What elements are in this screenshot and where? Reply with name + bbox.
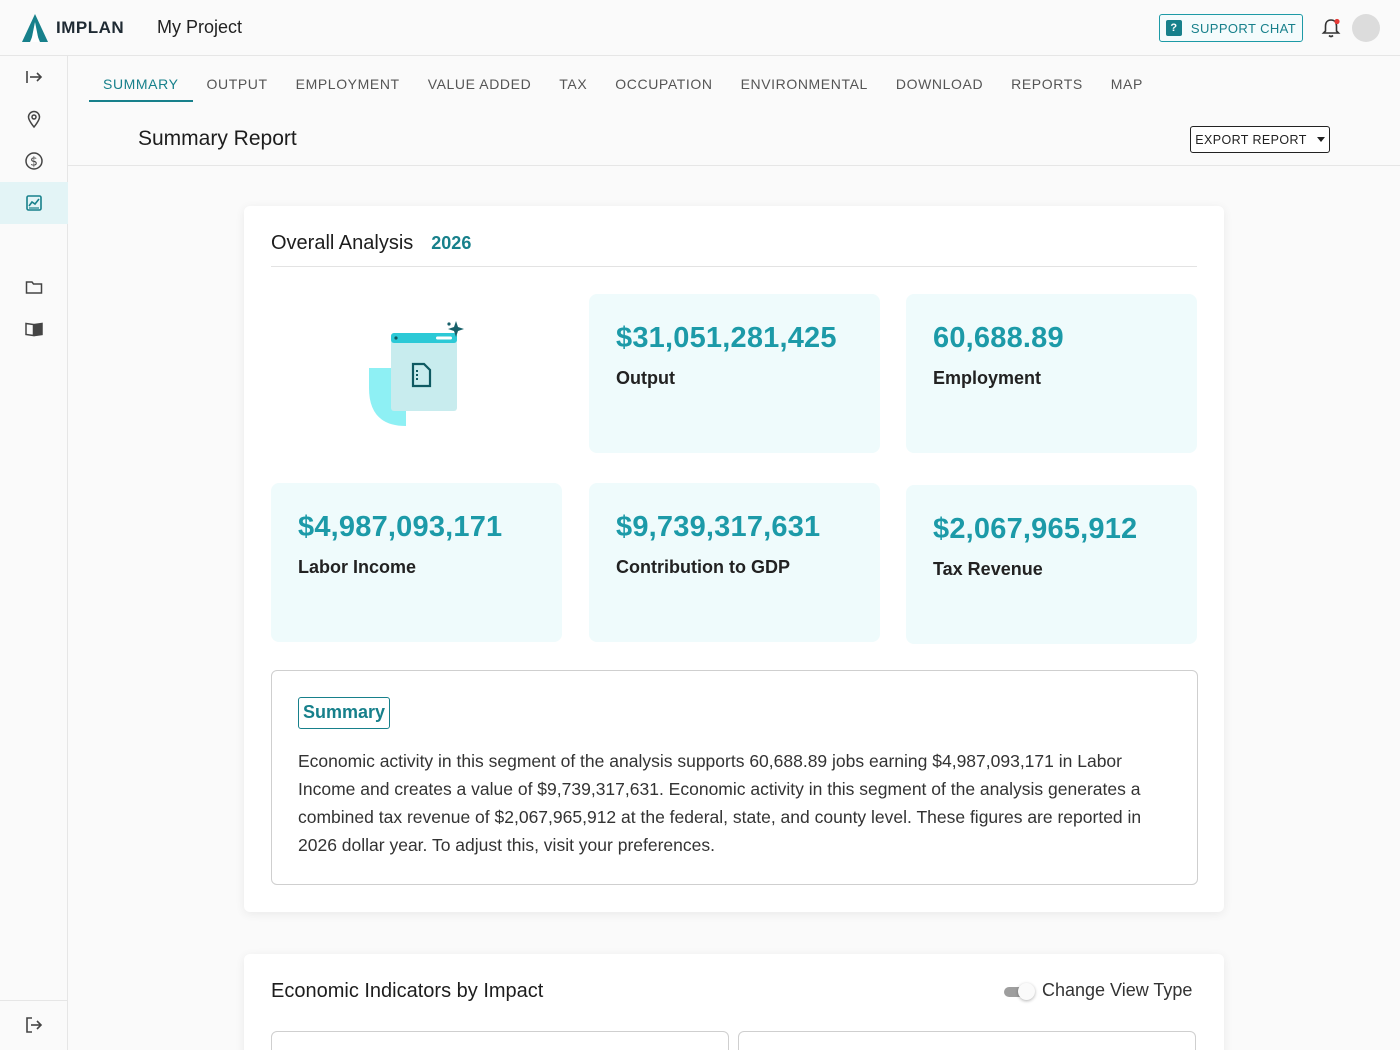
caret-down-icon	[1316, 137, 1325, 142]
rail-item-location[interactable]	[0, 98, 68, 140]
overall-analysis-header: Overall Analysis 2026	[271, 232, 471, 255]
summary-tag: Summary	[298, 697, 391, 729]
implan-logo[interactable]: IMPLAN	[20, 13, 124, 43]
support-chat-button[interactable]: ? SUPPORT CHAT	[1159, 14, 1303, 42]
indicator-panel	[738, 1031, 1196, 1050]
page-title: Summary Report	[138, 127, 297, 150]
support-chat-label: SUPPORT CHAT	[1190, 20, 1297, 36]
title-divider	[68, 165, 1400, 166]
tab-tax[interactable]: TAX	[545, 68, 601, 102]
toggle-label: Change View Type	[1042, 980, 1193, 1000]
stat-card-output: $31,051,281,425 Output	[589, 294, 880, 453]
left-rail: $	[0, 56, 68, 1050]
rail-item-economics[interactable]: $	[0, 140, 68, 182]
logout-icon	[26, 1017, 43, 1033]
tab-occupation[interactable]: OCCUPATION	[601, 68, 726, 102]
indicator-panel	[271, 1031, 729, 1050]
overall-analysis-card: Overall Analysis 2026 $31,051,281,425 Ou…	[244, 206, 1224, 912]
report-illustration-icon	[369, 321, 464, 426]
card-divider	[271, 266, 1197, 267]
tab-download[interactable]: DOWNLOAD	[882, 68, 997, 102]
overall-analysis-title: Overall Analysis	[271, 232, 414, 254]
stat-card-employment: 60,688.89 Employment	[906, 294, 1197, 453]
top-bar: IMPLAN My Project ? SUPPORT CHAT	[0, 0, 1400, 56]
expand-arrow-icon	[26, 71, 43, 83]
tab-summary[interactable]: SUMMARY	[89, 68, 193, 102]
project-title: My Project	[157, 17, 243, 37]
stat-value: $31,051,281,425	[616, 322, 837, 354]
export-report-label: EXPORT REPORT	[1195, 132, 1307, 147]
tab-output[interactable]: OUTPUT	[193, 68, 282, 102]
map-pin-icon	[27, 110, 41, 129]
book-icon	[25, 322, 43, 337]
stat-value: $9,739,317,631	[616, 511, 821, 543]
logout-button[interactable]	[0, 1004, 68, 1046]
brand-name: IMPLAN	[56, 18, 125, 37]
implan-logo-icon	[22, 14, 48, 42]
svg-text:$: $	[30, 155, 38, 169]
stat-label: Tax Revenue	[933, 559, 1043, 579]
rail-item-projects[interactable]	[0, 266, 68, 308]
rail-item-library[interactable]	[0, 308, 68, 350]
economic-indicators-title: Economic Indicators by Impact	[271, 980, 544, 1002]
tab-employment[interactable]: EMPLOYMENT	[282, 68, 414, 102]
avatar[interactable]	[1352, 14, 1380, 42]
stat-value: $2,067,965,912	[933, 513, 1138, 545]
rail-divider	[0, 1000, 68, 1001]
toggle-knob	[1018, 983, 1035, 1000]
tab-reports[interactable]: REPORTS	[997, 68, 1097, 102]
stat-label: Contribution to GDP	[616, 557, 790, 577]
stat-label: Employment	[933, 368, 1042, 388]
chart-icon	[26, 195, 42, 211]
tab-map[interactable]: MAP	[1097, 68, 1157, 102]
stat-value: 60,688.89	[933, 322, 1064, 354]
view-type-toggle[interactable]	[1004, 983, 1035, 1000]
economic-indicators-card: Economic Indicators by Impact Change Vie…	[244, 954, 1224, 1050]
tab-environmental[interactable]: ENVIRONMENTAL	[727, 68, 882, 102]
folder-icon	[25, 281, 43, 294]
help-icon: ?	[1165, 20, 1182, 36]
export-report-button[interactable]: EXPORT REPORT	[1190, 126, 1330, 153]
notification-bell-icon[interactable]	[1321, 17, 1341, 39]
expand-sidebar-button[interactable]	[0, 56, 68, 98]
summary-text: Economic activity in this segment of the…	[298, 751, 1142, 855]
rail-item-results[interactable]	[0, 182, 68, 224]
stat-card-labor-income: $4,987,093,171 Labor Income	[271, 483, 562, 642]
report-tabs: SUMMARY OUTPUT EMPLOYMENT VALUE ADDED TA…	[89, 68, 1157, 102]
summary-box: Summary Economic activity in this segmen…	[271, 670, 1198, 885]
dollar-circle-icon: $	[25, 152, 43, 170]
tab-value-added[interactable]: VALUE ADDED	[414, 68, 546, 102]
stat-card-contribution-gdp: $9,739,317,631 Contribution to GDP	[589, 483, 880, 642]
stat-label: Output	[616, 368, 675, 388]
analysis-year: 2026	[431, 233, 472, 253]
stat-value: $4,987,093,171	[298, 511, 503, 543]
stat-label: Labor Income	[298, 557, 417, 577]
stat-card-tax-revenue: $2,067,965,912 Tax Revenue	[906, 485, 1197, 644]
